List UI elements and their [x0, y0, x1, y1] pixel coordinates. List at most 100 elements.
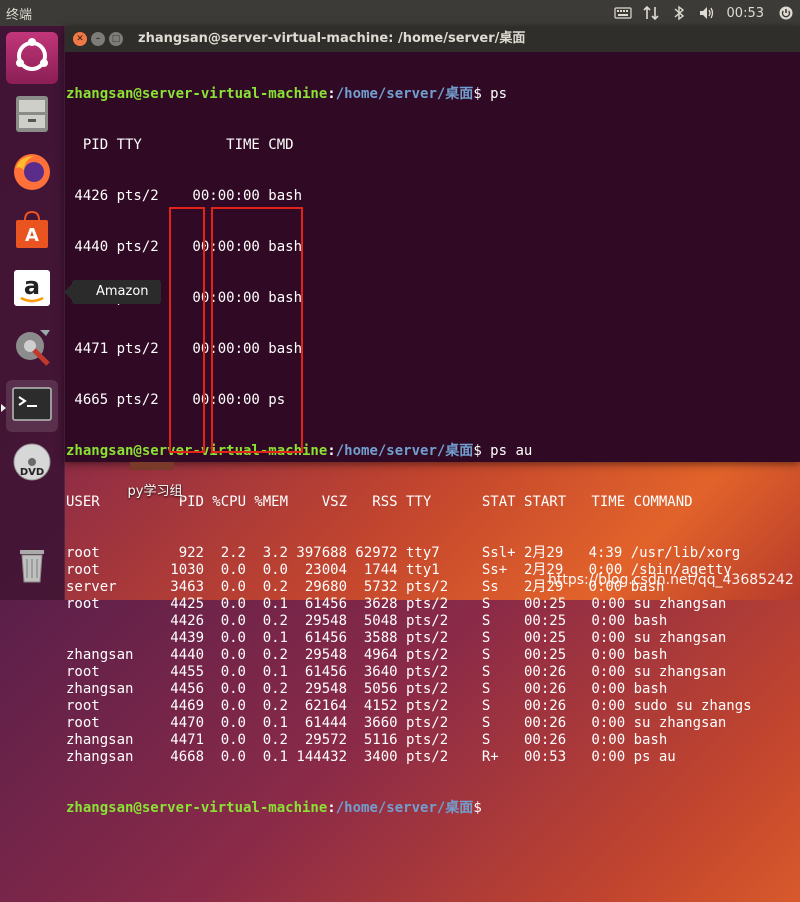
cell-mem: 0.2 — [262, 613, 288, 629]
cell-cpu: 0.0 — [220, 613, 246, 629]
terminal-titlebar[interactable]: ✕ – □ zhangsan@server-virtual-machine: /… — [65, 26, 800, 52]
launcher-item-software-center[interactable]: A — [6, 206, 58, 258]
top-panel: 终端 00:53 — [0, 0, 800, 26]
cell-mem: 0.1 — [262, 749, 288, 765]
cell-pid: 4668 — [170, 749, 204, 765]
trash-icon — [10, 542, 54, 590]
table-row: root 4470 0.0 0.1 61444 3660 pts/2 S 00:26 … — [65, 715, 800, 732]
cell-user: root — [66, 562, 100, 578]
cell-cpu: 0.0 — [220, 630, 246, 646]
table-row: root 4469 0.0 0.2 62164 4152 pts/2 S 00:26 … — [65, 698, 800, 715]
terminal-window[interactable]: ✕ – □ zhangsan@server-virtual-machine: /… — [65, 26, 800, 816]
cell-rest: 61456 3588 pts/2 S 00:25 0:00 su zhangsa… — [288, 630, 727, 646]
dvd-label: DVD — [20, 467, 44, 478]
table-row: 4426 0.0 0.2 29548 5048 pts/2 S 00:25 0:00… — [65, 613, 800, 630]
cell-rest: 61444 3660 pts/2 S 00:26 0:00 su zhangsa… — [288, 715, 727, 731]
cell-user: root — [66, 664, 100, 680]
active-app-title: 终端 — [6, 8, 33, 23]
cell-mem: 0.2 — [262, 698, 288, 714]
launcher-tooltip: Amazon — [64, 280, 161, 304]
cell-pid: 4469 — [170, 698, 204, 714]
network-icon[interactable] — [637, 0, 665, 26]
launcher-item-system-settings[interactable] — [6, 322, 58, 374]
cell-pid: 4425 — [170, 596, 204, 612]
minimize-button[interactable]: – — [91, 32, 105, 46]
cpu-mem-highlight-box — [211, 207, 303, 453]
launcher-item-dvd[interactable]: DVD — [6, 438, 58, 490]
cell-cpu: 0.0 — [220, 562, 246, 578]
cell-user: zhangsan — [66, 749, 134, 765]
table-row: zhangsan 4668 0.0 0.1 144432 3400 pts/2 R+ … — [65, 749, 800, 766]
cell-pid: 4426 — [170, 613, 204, 629]
cell-mem: 0.1 — [262, 664, 288, 680]
launcher-item-ubuntu-dash[interactable] — [6, 32, 58, 84]
output-line: PID TTY TIME CMD — [66, 137, 294, 153]
cell-cpu: 0.0 — [220, 647, 246, 663]
cell-mem: 0.2 — [262, 732, 288, 748]
launcher-item-trash[interactable] — [6, 540, 58, 592]
desktop-file-label: py学习组 — [127, 484, 183, 499]
prompt-line: zhangsan@server-virtual-machine:/home/se… — [66, 86, 508, 102]
keyboard-icon[interactable] — [609, 0, 637, 26]
terminal-icon — [10, 382, 54, 430]
cell-pid: 4470 — [170, 715, 204, 731]
table-row: root 4455 0.0 0.1 61456 3640 pts/2 S 00:26 … — [65, 664, 800, 681]
volume-icon[interactable] — [693, 0, 721, 26]
clock[interactable]: 00:53 — [721, 6, 772, 21]
cell-mem: 0.1 — [262, 596, 288, 612]
bluetooth-icon[interactable] — [665, 0, 693, 26]
cell-rest: 397688 62972 tty7 Ssl+ 2月29 4:39 /usr/li… — [288, 545, 741, 561]
table-row: zhangsan 4471 0.0 0.2 29572 5116 pts/2 S 00… — [65, 732, 800, 749]
power-icon[interactable] — [772, 0, 800, 26]
launcher: A a DVD — [0, 26, 65, 600]
cell-user: server — [66, 579, 117, 595]
cell-pid: 4455 — [170, 664, 204, 680]
cell-user: root — [66, 715, 100, 731]
desktop-file[interactable]: py学习组 — [100, 462, 210, 522]
cell-rest: 61456 3640 pts/2 S 00:26 0:00 su zhangsa… — [288, 664, 727, 680]
cell-user: zhangsan — [66, 732, 134, 748]
dvd-icon: DVD — [10, 440, 54, 488]
cell-rest: 29548 5048 pts/2 S 00:25 0:00 bash — [288, 613, 668, 629]
cell-user: zhangsan — [66, 681, 134, 697]
svg-text:A: A — [25, 225, 39, 246]
cell-pid: 4471 — [170, 732, 204, 748]
cell-cpu: 0.0 — [220, 749, 246, 765]
cell-mem: 0.2 — [262, 681, 288, 697]
close-button[interactable]: ✕ — [73, 32, 87, 46]
prompt-line: zhangsan@server-virtual-machine:/home/se… — [66, 800, 482, 816]
cell-user: zhangsan — [66, 647, 134, 663]
settings-icon — [10, 324, 54, 372]
cell-mem: 0.0 — [262, 562, 288, 578]
cell-pid: 922 — [178, 545, 204, 561]
cell-mem: 0.2 — [262, 647, 288, 663]
terminal-output[interactable]: zhangsan@server-virtual-machine:/home/se… — [65, 52, 800, 816]
launcher-item-amazon[interactable]: a — [6, 264, 58, 316]
file-cabinet-icon — [10, 92, 54, 140]
cell-cpu: 0.0 — [220, 664, 246, 680]
cell-user: root — [66, 698, 100, 714]
launcher-item-terminal[interactable] — [6, 380, 58, 432]
cell-cpu: 2.2 — [220, 545, 246, 561]
cell-cpu: 0.0 — [220, 681, 246, 697]
svg-text:a: a — [24, 272, 40, 300]
firefox-icon — [10, 150, 54, 198]
cell-mem: 0.1 — [262, 630, 288, 646]
folder-icon — [130, 462, 174, 470]
cell-pid: 4456 — [170, 681, 204, 697]
table-row: zhangsan 4440 0.0 0.2 29548 4964 pts/2 S 00… — [65, 647, 800, 664]
maximize-button[interactable]: □ — [109, 32, 123, 46]
cell-cpu: 0.0 — [220, 596, 246, 612]
pid-highlight-box — [169, 207, 205, 453]
cell-cpu: 0.0 — [220, 715, 246, 731]
minimize-icon: – — [95, 34, 101, 44]
launcher-item-firefox[interactable] — [6, 148, 58, 200]
output-line: 4426 pts/2 00:00:00 bash — [66, 188, 303, 204]
cell-cpu: 0.0 — [220, 579, 246, 595]
cell-pid: 4439 — [170, 630, 204, 646]
maximize-icon: □ — [111, 34, 121, 44]
cell-rest: 62164 4152 pts/2 S 00:26 0:00 sudo su zh… — [288, 698, 752, 714]
cell-rest: 29548 5056 pts/2 S 00:26 0:00 bash — [288, 681, 668, 697]
launcher-item-files[interactable] — [6, 90, 58, 142]
cell-rest: 29572 5116 pts/2 S 00:26 0:00 bash — [288, 732, 668, 748]
